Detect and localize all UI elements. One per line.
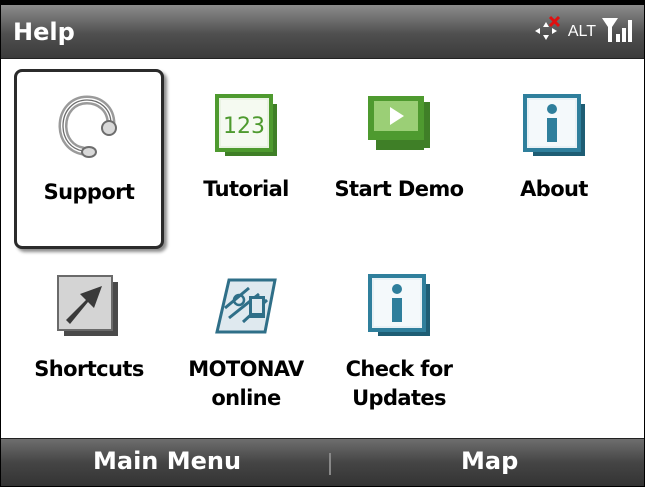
start-demo-label: Start Demo (334, 177, 464, 201)
start-demo-tile[interactable]: Start Demo (324, 69, 474, 249)
motonav-online-icon (206, 267, 286, 347)
check-for-updates-label: Check for Updates (345, 357, 453, 410)
main-menu-softkey[interactable]: Main Menu (93, 447, 241, 475)
support-tile[interactable]: Support (14, 69, 164, 249)
status-area: ALT (532, 14, 634, 50)
info-icon (514, 87, 594, 167)
title-bar: Help ALT (1, 5, 644, 59)
tutorial-tile[interactable]: 123 Tutorial (171, 69, 321, 249)
softkey-bar: Main Menu Map (1, 438, 644, 486)
help-menu-grid: Support 123 Tutorial Start Demo About Sh… (1, 59, 644, 439)
demo-play-icon (359, 87, 439, 167)
headset-icon (49, 90, 129, 170)
motonav-online-label: MOTONAV online (188, 357, 304, 410)
about-tile[interactable]: About (479, 69, 629, 249)
shortcuts-label: Shortcuts (34, 357, 144, 381)
alt-indicator: ALT (567, 23, 596, 40)
tutorial-label: Tutorial (203, 177, 289, 201)
softkey-divider (329, 453, 331, 475)
check-for-updates-tile[interactable]: Check for Updates (324, 249, 474, 429)
motonav-online-tile[interactable]: MOTONAV online (171, 249, 321, 429)
signal-strength-icon (600, 14, 634, 50)
about-label: About (520, 177, 588, 201)
screen: Help ALT Support 123 Tutorial Start Demo… (0, 0, 645, 487)
shortcut-arrow-icon (49, 267, 129, 347)
shortcuts-tile[interactable]: Shortcuts (14, 249, 164, 429)
page-title: Help (13, 18, 75, 46)
svg-text:123: 123 (223, 114, 265, 139)
no-connection-icon (532, 15, 562, 49)
tutorial-123-icon: 123 (206, 87, 286, 167)
support-label: Support (43, 180, 135, 204)
map-softkey[interactable]: Map (461, 447, 518, 475)
info-icon (359, 267, 439, 347)
